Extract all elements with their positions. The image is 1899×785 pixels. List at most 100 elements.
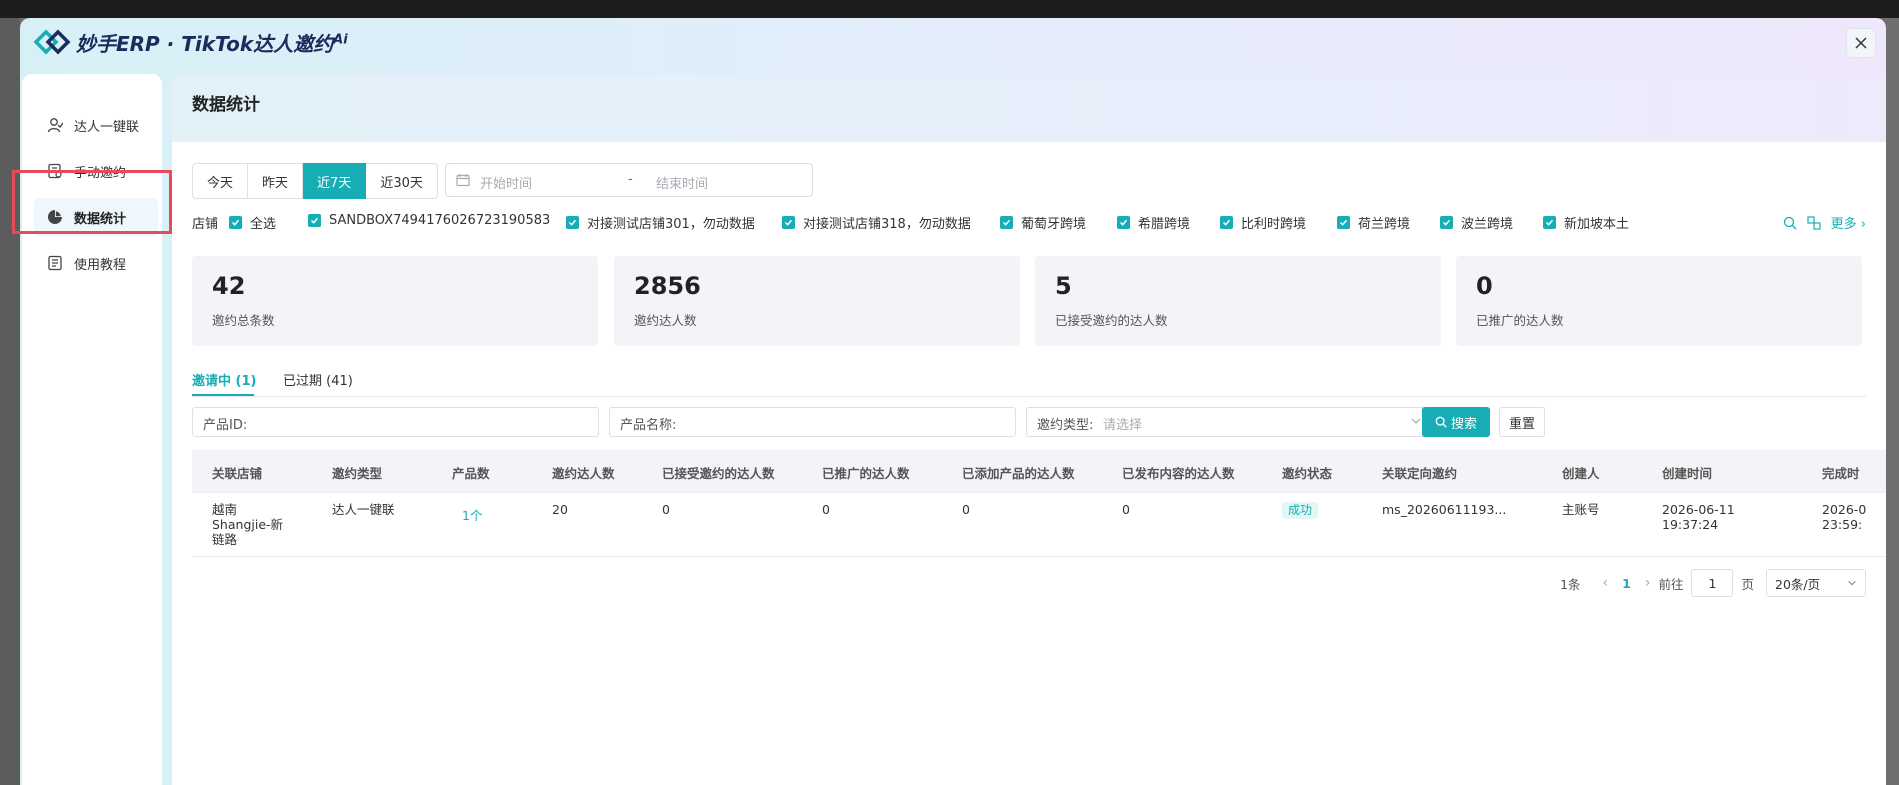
stat-value: 0 — [1476, 272, 1493, 300]
start-date-placeholder: 开始时间 — [480, 177, 533, 192]
cell-targeted-invite: ms_20260611193... — [1382, 502, 1507, 517]
sidebar-item-one-click[interactable]: 达人一键联 — [34, 106, 158, 144]
date-option-yesterday[interactable]: 昨天 — [248, 163, 304, 199]
sidebar-item-tutorial[interactable]: 使用教程 — [34, 244, 158, 282]
column-header: 产品数 — [452, 466, 490, 481]
column-header: 邀约类型 — [332, 466, 383, 481]
shop-checkbox-test318[interactable]: 对接测试店铺318，勿动数据 — [782, 213, 971, 232]
invite-type-select[interactable]: 邀约类型: 请选择 — [1026, 407, 1433, 437]
next-page-button[interactable]: › — [1645, 575, 1651, 591]
shop-checkbox-belgium[interactable]: 比利时跨境 — [1220, 213, 1306, 232]
shop-filter-tools: 更多 › — [1783, 213, 1866, 232]
date-range-picker[interactable]: 开始时间 - 结束时间 — [445, 163, 813, 197]
stat-label: 邀约总条数 — [212, 313, 275, 328]
cell-added: 0 — [962, 502, 970, 517]
checkbox-checked-icon — [1117, 216, 1130, 229]
brand-title: 妙手ERP · TikTok达人邀约Ai — [76, 32, 348, 56]
stat-value: 2856 — [634, 272, 701, 300]
select-all-icon[interactable] — [1807, 215, 1821, 230]
cell-promoted: 0 — [822, 502, 830, 517]
stat-card-total-invites: 42 邀约总条数 — [192, 256, 598, 346]
stat-value: 5 — [1055, 272, 1072, 300]
stat-value: 42 — [212, 272, 246, 300]
column-header: 已接受邀约的达人数 — [662, 466, 775, 481]
close-button[interactable] — [1846, 28, 1876, 58]
shop-checkbox-portugal[interactable]: 葡萄牙跨境 — [1000, 213, 1086, 232]
book-icon — [46, 254, 64, 272]
brand-logo-icon — [33, 29, 71, 55]
shop-checkbox-poland[interactable]: 波兰跨境 — [1440, 213, 1513, 232]
goto-label: 前往 — [1658, 576, 1684, 592]
search-icon[interactable] — [1783, 216, 1797, 230]
shop-checkbox-greece[interactable]: 希腊跨境 — [1117, 213, 1190, 232]
column-header: 关联定向邀约 — [1382, 466, 1458, 481]
page-size-select[interactable]: 20条/页 — [1766, 569, 1866, 597]
modal-titlebar: 妙手ERP · TikTok达人邀约Ai — [20, 18, 1886, 66]
chevron-right-icon: › — [1860, 217, 1866, 232]
checkbox-checked-icon — [1000, 216, 1013, 229]
checkbox-checked-icon — [229, 216, 242, 229]
shop-filter: 店铺 全选 SANDBOX7494176026723190583 对接测试店铺3… — [192, 213, 1792, 233]
annotation-highlight-box — [12, 170, 172, 234]
tab-expired[interactable]: 已过期 (41) — [283, 370, 353, 389]
status-tabs: 邀请中 (1) 已过期 (41) — [192, 364, 1866, 397]
column-header: 邀约达人数 — [552, 466, 615, 481]
prev-page-button[interactable]: ‹ — [1603, 575, 1609, 591]
checkbox-checked-icon — [782, 216, 795, 229]
shop-checkbox-singapore[interactable]: 新加坡本土 — [1543, 213, 1629, 232]
date-quick-filter: 今天 昨天 近7天 近30天 — [192, 163, 438, 199]
table-header: 关联店铺 邀约类型 产品数 邀约达人数 已接受邀约的达人数 已推广的达人数 已添… — [192, 450, 1886, 493]
end-date-placeholder: 结束时间 — [656, 177, 709, 192]
stat-label: 邀约达人数 — [634, 313, 697, 328]
goto-page-input[interactable]: 1 — [1691, 569, 1734, 597]
column-header: 创建时间 — [1662, 466, 1713, 481]
content-body: 今天 昨天 近7天 近30天 开始时间 - 结束时间 店铺 全选 SANDBOX… — [172, 142, 1886, 785]
invite-modal: 妙手ERP · TikTok达人邀约Ai 达人一键联 手动邀约 数据统计 使用教… — [20, 18, 1886, 785]
cell-published: 0 — [1122, 502, 1130, 517]
user-icon — [46, 116, 64, 134]
more-shops-link[interactable]: 更多 › — [1831, 213, 1866, 232]
checkbox-checked-icon — [566, 216, 579, 229]
shop-checkbox-test301[interactable]: 对接测试店铺301，勿动数据 — [566, 213, 755, 232]
cell-created-time: 2026-06-11 19:37:24 — [1662, 502, 1735, 532]
search-button[interactable]: 搜索 — [1422, 407, 1490, 437]
column-header: 已添加产品的达人数 — [962, 466, 1075, 481]
cell-product-count-link[interactable]: 1个 — [462, 508, 482, 523]
product-name-input[interactable]: 产品名称: — [609, 407, 1016, 437]
cell-shop: 越南 Shangjie-新 链路 — [212, 502, 284, 547]
page-unit-label: 页 — [1741, 576, 1754, 592]
checkbox-checked-icon — [308, 214, 321, 227]
page-title: 数据统计 — [192, 95, 260, 115]
product-id-input[interactable]: 产品ID: — [192, 407, 599, 437]
reset-button[interactable]: 重置 — [1499, 407, 1545, 437]
backdrop-top-bar — [0, 0, 1899, 18]
stat-card-accepted-creators: 5 已接受邀约的达人数 — [1035, 256, 1441, 346]
stat-card-invited-creators: 2856 邀约达人数 — [614, 256, 1020, 346]
cell-invited: 20 — [552, 502, 568, 517]
stat-label: 已接受邀约的达人数 — [1055, 313, 1168, 328]
page-number-current[interactable]: 1 — [1622, 576, 1631, 591]
tab-inviting[interactable]: 邀请中 (1) — [192, 370, 256, 389]
search-icon — [1435, 416, 1447, 428]
total-count: 1条 — [1560, 576, 1581, 592]
sidebar-item-label: 达人一键联 — [74, 119, 140, 135]
shop-checkbox-netherlands[interactable]: 荷兰跨境 — [1337, 213, 1410, 232]
column-header: 已推广的达人数 — [822, 466, 910, 481]
cell-creator: 主账号 — [1562, 502, 1600, 517]
content-header: 数据统计 — [172, 74, 1886, 142]
date-option-7days[interactable]: 近7天 — [303, 163, 367, 199]
column-header: 关联店铺 — [212, 466, 263, 481]
column-header: 完成时 — [1822, 466, 1860, 481]
shop-checkbox-all[interactable]: 全选 — [229, 213, 276, 232]
cell-status: 成功 — [1282, 502, 1319, 519]
cell-completed-time: 2026-0 23:59: — [1822, 502, 1867, 532]
shop-checkbox-sandbox[interactable]: SANDBOX7494176026723190583 — [308, 213, 550, 228]
stat-card-promoted-creators: 0 已推广的达人数 — [1456, 256, 1862, 346]
column-header: 邀约状态 — [1282, 466, 1333, 481]
cell-accepted: 0 — [662, 502, 670, 517]
status-badge: 成功 — [1282, 502, 1319, 519]
column-header: 创建人 — [1562, 466, 1600, 481]
date-option-today[interactable]: 今天 — [192, 163, 249, 199]
date-option-30days[interactable]: 近30天 — [366, 163, 438, 199]
checkbox-checked-icon — [1337, 216, 1350, 229]
